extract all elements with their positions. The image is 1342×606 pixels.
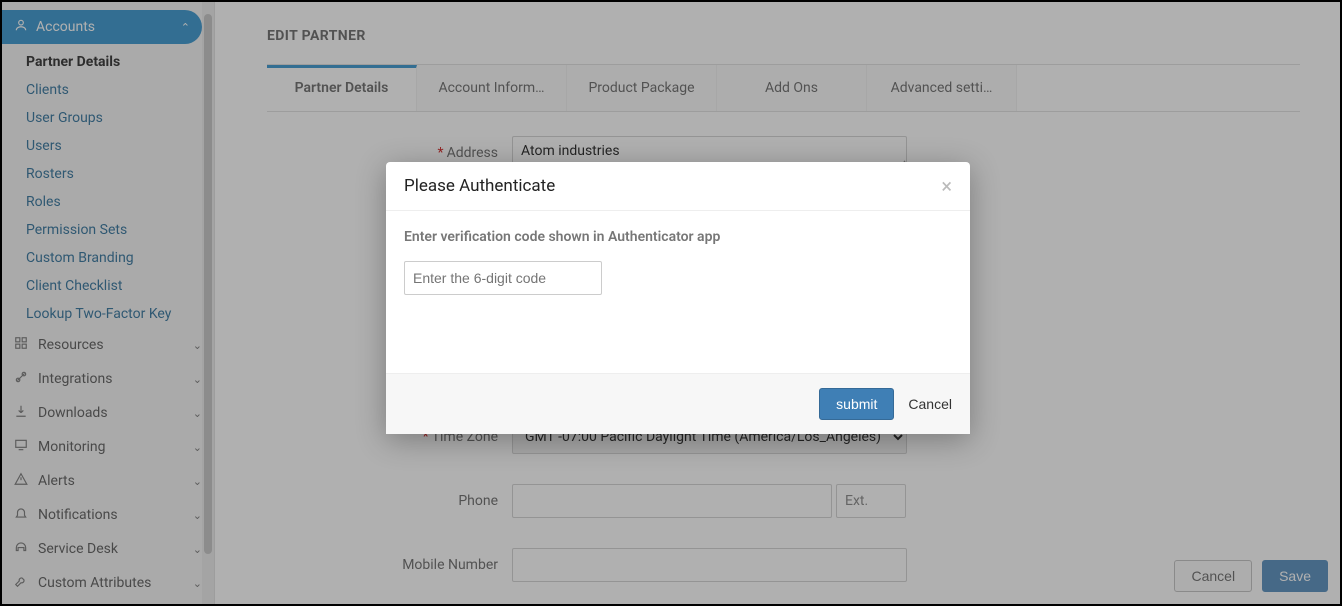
modal-header: Please Authenticate ×	[386, 162, 970, 211]
modal-body: Enter verification code shown in Authent…	[386, 211, 970, 373]
modal-footer: submit Cancel	[386, 373, 970, 434]
close-icon[interactable]: ×	[941, 176, 952, 196]
modal-subtitle: Enter verification code shown in Authent…	[404, 229, 952, 245]
authenticate-modal: Please Authenticate × Enter verification…	[386, 162, 970, 434]
modal-title: Please Authenticate	[404, 176, 555, 196]
verification-code-input[interactable]	[404, 261, 602, 295]
modal-cancel-button[interactable]: Cancel	[908, 396, 952, 412]
submit-button[interactable]: submit	[819, 388, 894, 420]
